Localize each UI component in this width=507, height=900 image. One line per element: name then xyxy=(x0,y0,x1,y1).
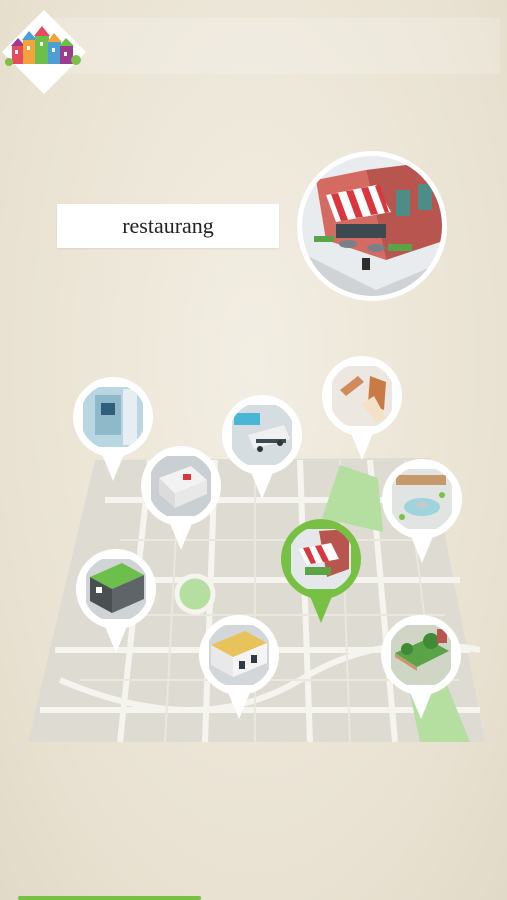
fountain-icon xyxy=(392,469,452,529)
map-pin-playground[interactable] xyxy=(322,356,402,460)
pharmacy-icon xyxy=(86,559,146,619)
train-icon xyxy=(209,625,269,685)
bus-icon xyxy=(232,405,292,465)
progress-track xyxy=(0,896,507,900)
target-picture xyxy=(297,151,447,301)
hospital-icon xyxy=(151,456,211,516)
top-bar xyxy=(40,18,500,74)
home-button[interactable] xyxy=(0,8,88,96)
park-icon xyxy=(391,625,451,685)
houses-icon xyxy=(5,26,81,66)
slide-icon xyxy=(332,366,392,426)
word-card: restaurang xyxy=(57,204,279,248)
city-map xyxy=(28,356,485,743)
prompt-word: restaurang xyxy=(122,213,214,238)
restaurant-icon xyxy=(302,156,442,296)
atm-icon xyxy=(83,387,143,447)
progress-bar xyxy=(18,896,201,900)
restaurant-icon xyxy=(291,529,351,589)
roundabout xyxy=(174,573,216,615)
